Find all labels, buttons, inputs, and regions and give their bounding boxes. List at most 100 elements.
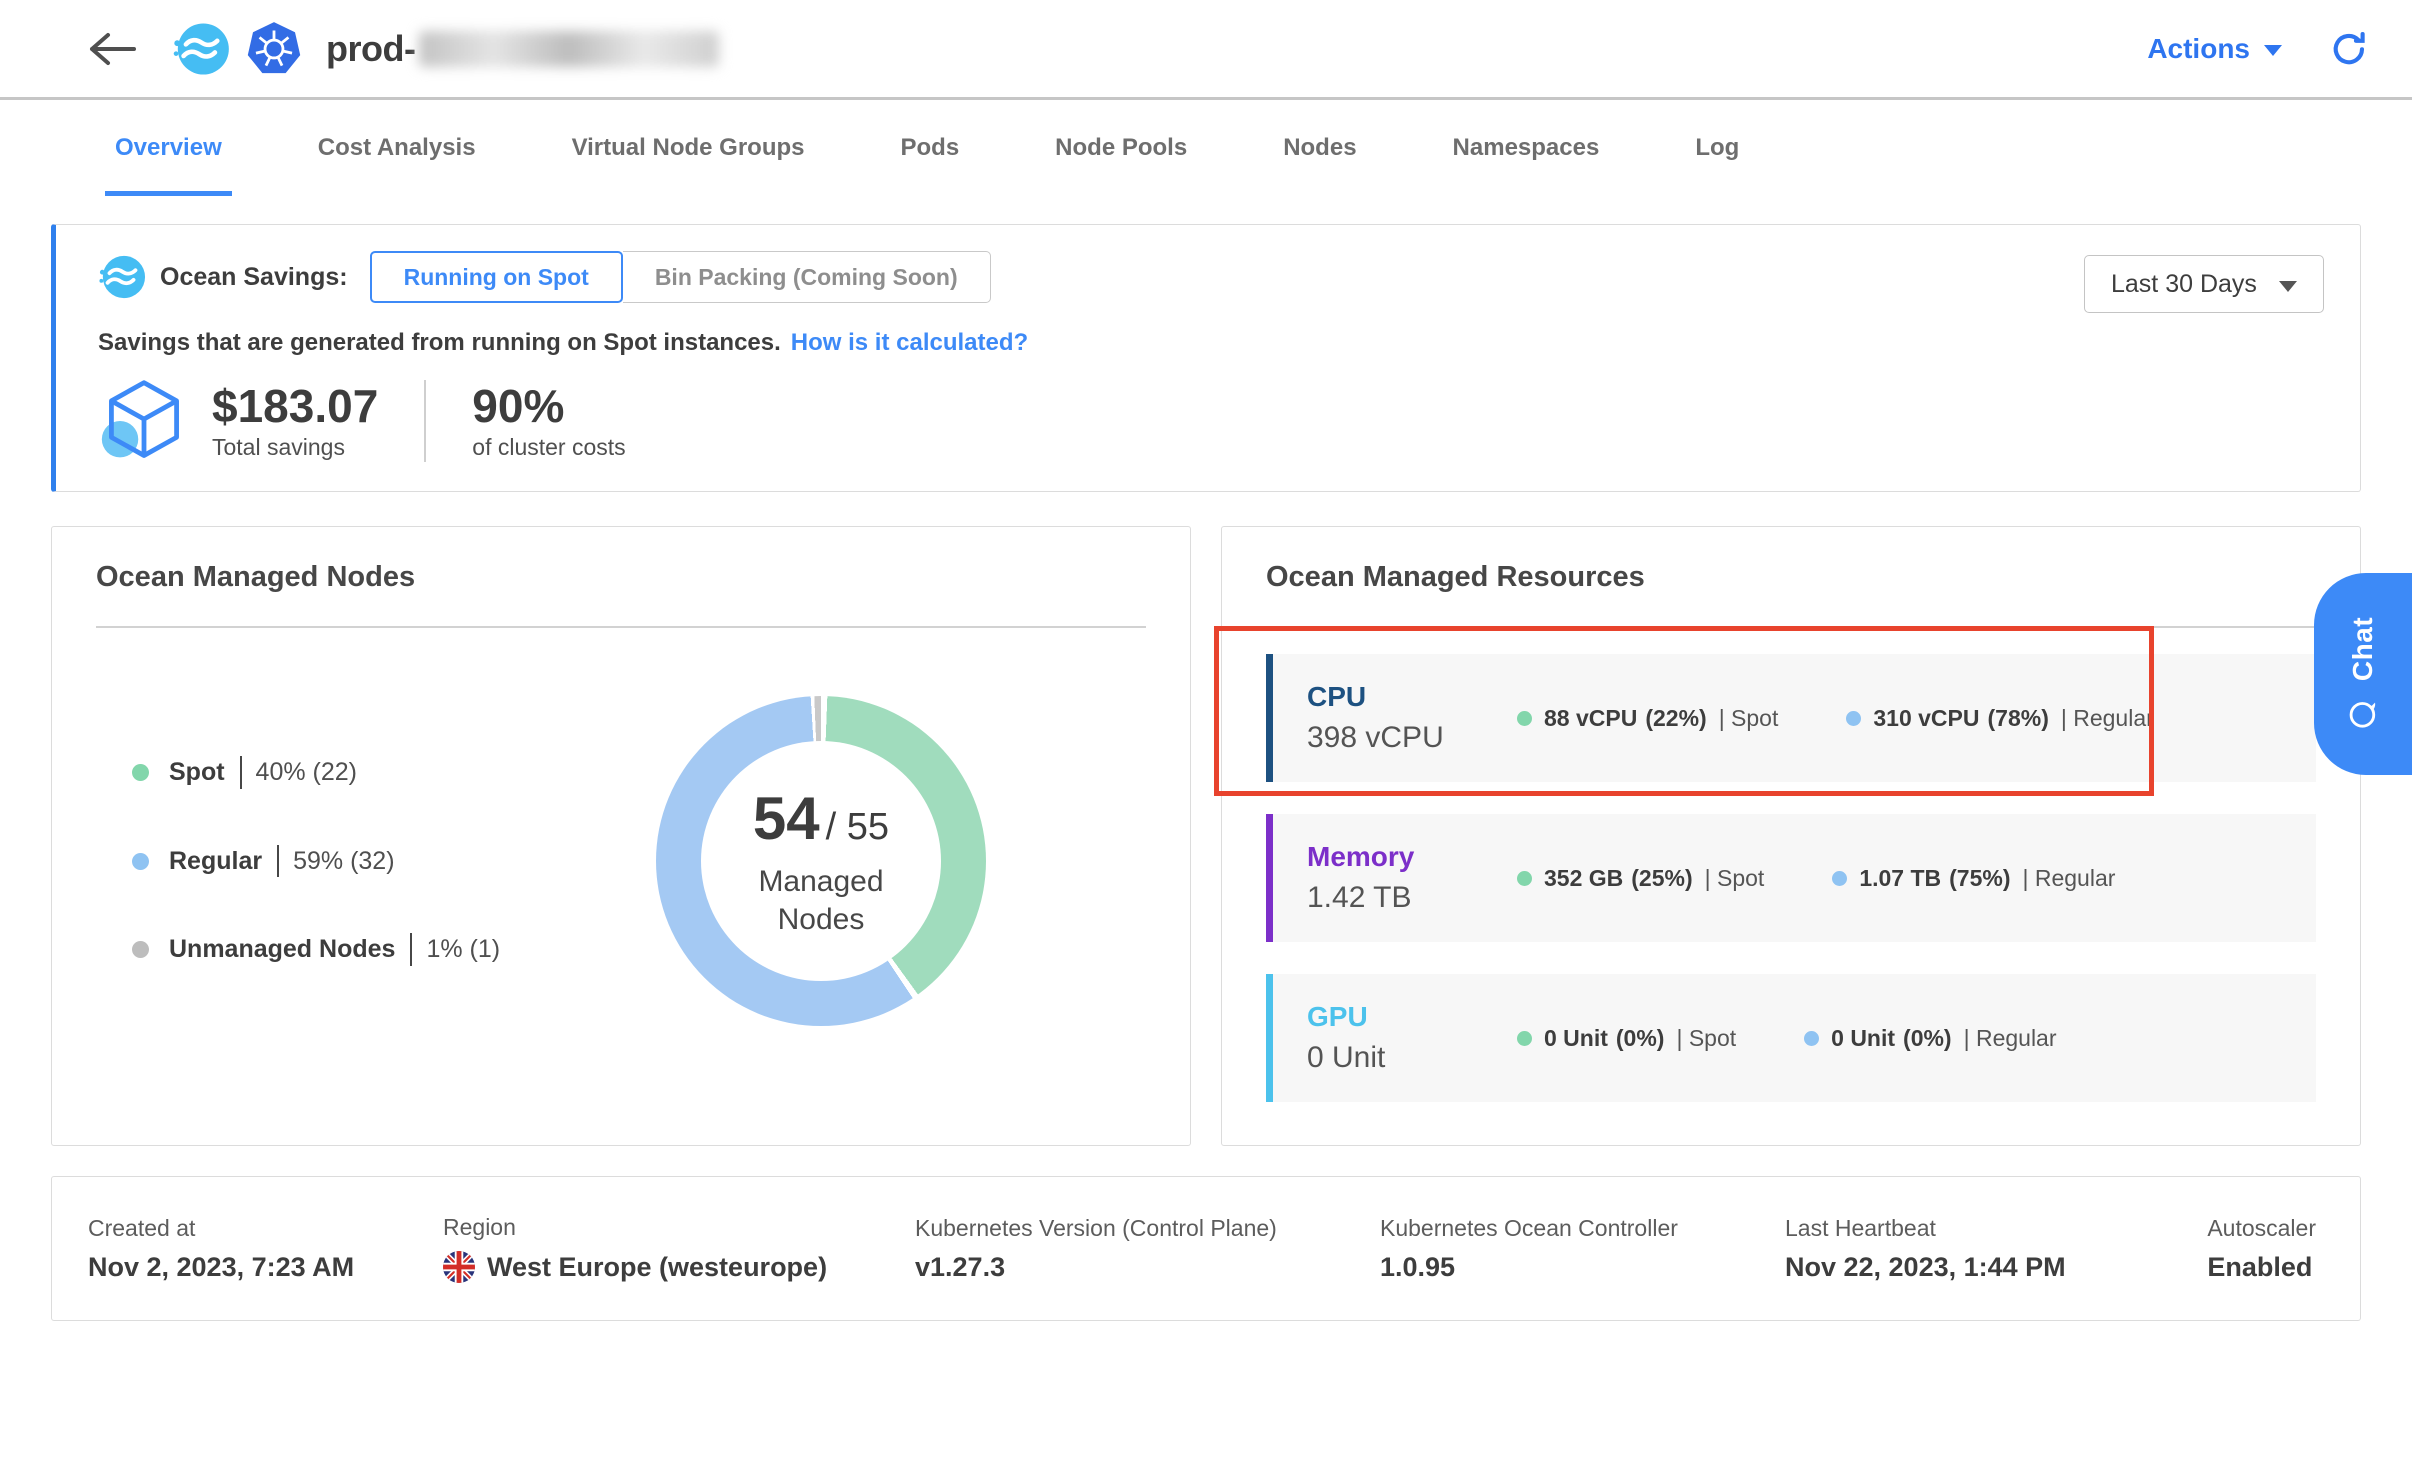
info-value: Nov 22, 2023, 1:44 PM: [1785, 1252, 2157, 1283]
tab-label: Node Pools: [1055, 134, 1187, 162]
ocean-logo-icon: [172, 20, 230, 78]
uk-flag-icon: [443, 1251, 475, 1283]
info-value: Nov 2, 2023, 7:23 AM: [88, 1252, 443, 1283]
tab-virtual-node-groups[interactable]: Virtual Node Groups: [572, 100, 805, 196]
back-button[interactable]: [88, 31, 136, 67]
gpu-spot-stat: 0 Unit (0%) | Spot: [1517, 1025, 1746, 1052]
tab-bar: Overview Cost Analysis Virtual Node Grou…: [0, 100, 2412, 196]
type-label: | Spot: [1705, 865, 1765, 892]
spot-dot-icon: [1517, 871, 1532, 886]
percent: (78%): [1988, 705, 2049, 732]
savings-percent-value: 90%: [472, 381, 625, 432]
info-created-at: Created at Nov 2, 2023, 7:23 AM: [88, 1215, 443, 1283]
back-arrow-icon: [88, 31, 136, 67]
chevron-down-icon: [2279, 281, 2297, 292]
ocean-savings-label: Ocean Savings:: [160, 263, 348, 292]
tab-label: Pods: [900, 134, 959, 162]
type-label: | Spot: [1719, 705, 1779, 732]
legend-value: 1% (1): [412, 935, 500, 964]
how-calculated-link[interactable]: How is it calculated?: [791, 329, 1028, 356]
chat-button[interactable]: Chat: [2314, 573, 2412, 775]
period-selector[interactable]: Last 30 Days: [2084, 255, 2324, 313]
info-value-text: West Europe (westeurope): [487, 1252, 827, 1283]
tab-cost-analysis[interactable]: Cost Analysis: [318, 100, 476, 196]
percent: (75%): [1949, 865, 2010, 892]
amount: 0 Unit: [1544, 1025, 1608, 1052]
info-ocean-controller: Kubernetes Ocean Controller 1.0.95: [1380, 1215, 1785, 1283]
regular-dot-icon: [132, 853, 149, 870]
tab-namespaces[interactable]: Namespaces: [1453, 100, 1600, 196]
legend-name: Regular: [169, 845, 279, 878]
spot-dot-icon: [132, 764, 149, 781]
cluster-title: prod-: [326, 28, 415, 70]
gpu-total: 0 Unit: [1307, 1041, 1517, 1075]
cpu-total: 398 vCPU: [1307, 721, 1517, 755]
memory-spot-stat: 352 GB (25%) | Spot: [1517, 865, 1774, 892]
nodes-legend: Spot 40% (22) Regular 59% (32) Unmanaged…: [132, 756, 572, 966]
ocean-savings-icon: [98, 253, 146, 301]
savings-view-toggle: Running on Spot Bin Packing (Coming Soon…: [370, 251, 991, 303]
bin-packing-toggle[interactable]: Bin Packing (Coming Soon): [623, 251, 991, 303]
spot-dot-icon: [1517, 711, 1532, 726]
type-label: | Regular: [2023, 865, 2116, 892]
tab-node-pools[interactable]: Node Pools: [1055, 100, 1187, 196]
chat-label: Chat: [2347, 617, 2379, 681]
type-label: | Spot: [1676, 1025, 1736, 1052]
info-k8s-version: Kubernetes Version (Control Plane) v1.27…: [915, 1215, 1380, 1283]
legend-value: 40% (22): [242, 758, 357, 787]
percent: (0%): [1903, 1025, 1952, 1052]
info-autoscaler: Autoscaler Enabled: [2207, 1215, 2324, 1283]
regular-dot-icon: [1804, 1031, 1819, 1046]
info-label: Autoscaler: [2207, 1215, 2316, 1242]
savings-percent-label: of cluster costs: [472, 434, 625, 461]
savings-description: Savings that are generated from running …: [98, 329, 781, 356]
tab-label: Log: [1695, 134, 1739, 162]
total-savings-value: $183.07: [212, 381, 378, 432]
info-label: Last Heartbeat: [1785, 1215, 2157, 1242]
tab-label: Namespaces: [1453, 134, 1600, 162]
managed-resources-title: Ocean Managed Resources: [1266, 561, 2316, 594]
memory-label: Memory: [1307, 841, 1517, 873]
cluster-name-redacted: [419, 31, 719, 67]
managed-nodes-donut-chart: 54 / 55 Managed Nodes: [656, 696, 986, 1026]
percent: (0%): [1616, 1025, 1665, 1052]
refresh-button[interactable]: [2330, 30, 2368, 68]
tab-pods[interactable]: Pods: [900, 100, 959, 196]
actions-label: Actions: [2147, 33, 2250, 65]
amount: 0 Unit: [1831, 1025, 1895, 1052]
ocean-managed-resources-card: Ocean Managed Resources CPU 398 vCPU 88 …: [1221, 526, 2361, 1146]
info-region: Region West Europe (westeurope): [443, 1214, 915, 1283]
divider: [1266, 626, 2316, 628]
cluster-info-bar: Created at Nov 2, 2023, 7:23 AM Region: [51, 1176, 2361, 1321]
savings-cube-icon: [98, 375, 190, 467]
info-value: v1.27.3: [915, 1252, 1380, 1283]
legend-name: Spot: [169, 756, 242, 789]
regular-dot-icon: [1846, 711, 1861, 726]
actions-button[interactable]: Actions: [2147, 33, 2282, 65]
legend-item-regular: Regular 59% (32): [132, 845, 572, 878]
type-label: | Regular: [2061, 705, 2154, 732]
tab-label: Virtual Node Groups: [572, 134, 805, 162]
resource-row-gpu: GPU 0 Unit 0 Unit (0%) | Spot 0 Unit: [1266, 974, 2316, 1102]
running-on-spot-toggle[interactable]: Running on Spot: [370, 251, 623, 303]
cpu-regular-stat: 310 vCPU (78%) | Regular: [1846, 705, 2163, 732]
cpu-spot-stat: 88 vCPU (22%) | Spot: [1517, 705, 1788, 732]
tab-nodes[interactable]: Nodes: [1283, 100, 1356, 196]
memory-total: 1.42 TB: [1307, 881, 1517, 915]
divider: [96, 626, 1146, 628]
tab-overview[interactable]: Overview: [115, 100, 222, 196]
resource-row-memory: Memory 1.42 TB 352 GB (25%) | Spot 1.07 …: [1266, 814, 2316, 942]
tab-label: Nodes: [1283, 134, 1356, 162]
divider: [424, 380, 426, 462]
amount: 88 vCPU: [1544, 705, 1637, 732]
legend-value: 59% (32): [279, 847, 394, 876]
legend-name: Unmanaged Nodes: [169, 933, 412, 966]
info-label: Kubernetes Ocean Controller: [1380, 1215, 1785, 1242]
autoscaler-status-badge: Enabled: [2207, 1252, 2316, 1283]
ocean-savings-card: Ocean Savings: Running on Spot Bin Packi…: [51, 224, 2361, 492]
managed-nodes-total: / 55: [826, 806, 889, 849]
tab-log[interactable]: Log: [1695, 100, 1739, 196]
kubernetes-logo-icon: [246, 21, 302, 77]
info-label: Kubernetes Version (Control Plane): [915, 1215, 1380, 1242]
cpu-label: CPU: [1307, 681, 1517, 713]
